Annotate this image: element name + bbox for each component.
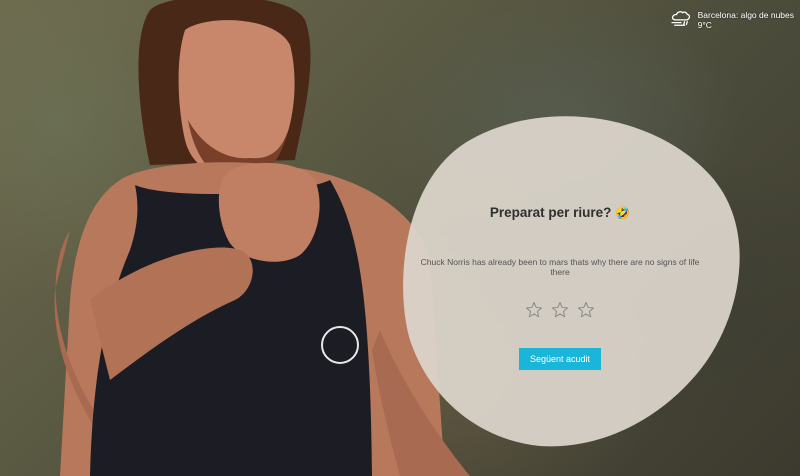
- star-3-icon[interactable]: [577, 301, 595, 319]
- laughing-emoji-icon: 🤣: [615, 206, 631, 220]
- page: Barcelona: algo de nubes 9°C Preparat pe…: [0, 0, 800, 476]
- card-title: Preparat per riure? 🤣: [410, 205, 710, 220]
- cloud-rain-wind-icon: [670, 11, 690, 26]
- weather-widget: Barcelona: algo de nubes 9°C: [670, 10, 794, 30]
- weather-temperature: 9°C: [697, 20, 712, 30]
- next-joke-button[interactable]: Següent acudit: [518, 348, 602, 370]
- joke-text: Chuck Norris has already been to mars th…: [420, 257, 700, 277]
- star-2-icon[interactable]: [551, 301, 569, 319]
- weather-location: Barcelona: algo de nubes: [697, 10, 794, 20]
- joke-card: Preparat per riure? 🤣 Chuck Norris has a…: [410, 195, 710, 370]
- star-1-icon[interactable]: [525, 301, 543, 319]
- rating-stars: [410, 301, 710, 319]
- weather-text: Barcelona: algo de nubes 9°C: [698, 10, 794, 30]
- card-title-text: Preparat per riure?: [489, 205, 612, 220]
